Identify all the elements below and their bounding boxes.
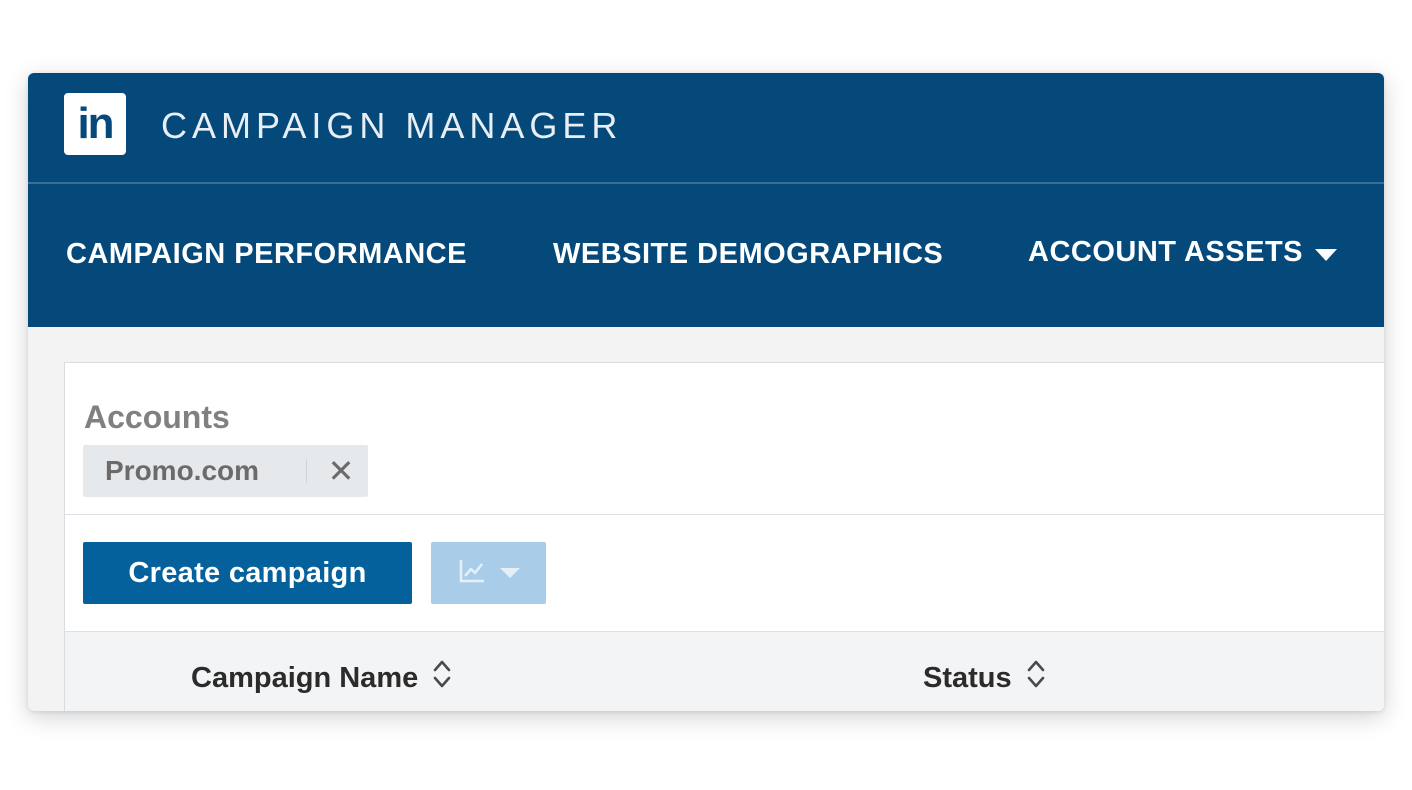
chevron-down-icon: [499, 568, 520, 578]
column-header-status[interactable]: Status: [923, 657, 1046, 699]
accounts-label: Accounts: [84, 399, 230, 435]
caret-down-icon: [1315, 248, 1337, 261]
nav-item-label: WEBSITE DEMOGRAPHICS: [553, 238, 944, 270]
sort-icon[interactable]: [432, 657, 452, 699]
sort-icon[interactable]: [1026, 657, 1046, 699]
nav-website-demographics[interactable]: WEBSITE DEMOGRAPHICS: [553, 238, 943, 271]
account-chip: Promo.com ✕: [83, 445, 368, 497]
campaigns-panel: Accounts Promo.com ✕ Create campaign Cam…: [64, 362, 1384, 711]
top-header: in CAMPAIGN MANAGER: [28, 73, 1384, 183]
table-header: Campaign Name Status: [65, 631, 1384, 711]
main-nav: CAMPAIGN PERFORMANCE WEBSITE DEMOGRAPHIC…: [28, 184, 1384, 327]
app-window: in CAMPAIGN MANAGER CAMPAIGN PERFORMANCE…: [28, 73, 1384, 711]
column-header-label: Status: [923, 661, 1012, 694]
nav-item-label: CAMPAIGN PERFORMANCE: [66, 238, 467, 270]
chart-options-button[interactable]: [431, 542, 546, 604]
line-chart-icon: [458, 558, 486, 589]
chip-separator: [306, 459, 307, 483]
create-campaign-button[interactable]: Create campaign: [83, 542, 412, 604]
create-campaign-label: Create campaign: [128, 556, 367, 589]
column-header-label: Campaign Name: [191, 661, 419, 694]
nav-account-assets[interactable]: ACCOUNT ASSETS: [1028, 236, 1337, 269]
app-title: CAMPAIGN MANAGER: [161, 105, 623, 146]
account-chip-label: Promo.com: [105, 455, 260, 486]
nav-campaign-performance[interactable]: CAMPAIGN PERFORMANCE: [66, 238, 467, 271]
linkedin-logo-icon[interactable]: in: [64, 93, 126, 155]
close-icon[interactable]: ✕: [323, 453, 359, 489]
panel-divider: [65, 514, 1384, 515]
column-header-campaign-name[interactable]: Campaign Name: [191, 657, 452, 699]
nav-item-label: ACCOUNT ASSETS: [1028, 236, 1303, 268]
